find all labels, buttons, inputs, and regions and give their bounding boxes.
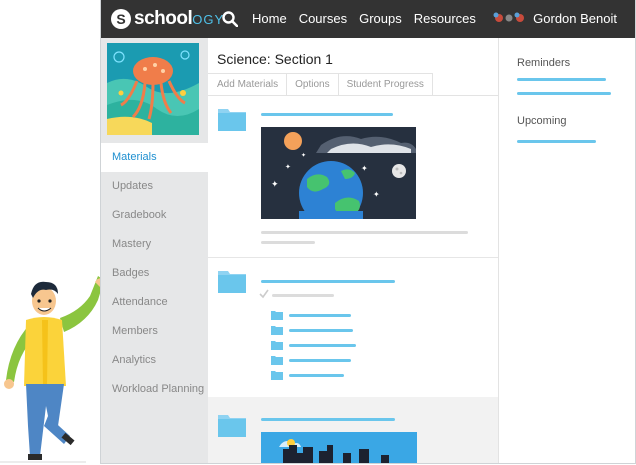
check-icon (259, 289, 269, 299)
search-icon[interactable] (222, 11, 238, 27)
sidebar-item-gradebook[interactable]: Gradebook (101, 201, 208, 230)
sidebar-item-materials[interactable]: Materials (101, 143, 208, 172)
logo-text-accent: OGY (192, 12, 225, 27)
page-title: Science: Section 1 (217, 51, 333, 67)
sidebar-item-attendance[interactable]: Attendance (101, 288, 208, 317)
material-item[interactable]: ✦ ✦ ✦ ✦ ✦ (208, 95, 498, 258)
folder-icon (271, 341, 283, 350)
folder-icon (271, 311, 283, 320)
subfolder-placeholder (289, 329, 353, 332)
logo-badge: S (111, 9, 131, 29)
notification-icons[interactable] (493, 10, 527, 26)
item-title-placeholder (261, 280, 395, 283)
user-name[interactable]: Gordon Benoit (533, 11, 617, 26)
item-meta-placeholder (272, 294, 334, 297)
main-nav: Home Courses Groups Resources (252, 11, 488, 26)
sidebar-item-workload-planning[interactable]: Workload Planning (101, 375, 208, 404)
folder-icon (271, 356, 283, 365)
nav-courses[interactable]: Courses (299, 11, 347, 26)
reminders-heading: Reminders (517, 57, 571, 69)
sidebar-item-updates[interactable]: Updates (101, 172, 208, 201)
materials-panel: Science: Section 1 Add Materials Options… (208, 38, 498, 463)
mascot-illustration (0, 276, 100, 463)
schoology-logo[interactable]: S schoolOGY (111, 8, 224, 30)
logo-text-main: school (134, 8, 193, 29)
subfolder-placeholder (289, 374, 344, 377)
sidebar-item-badges[interactable]: Badges (101, 259, 208, 288)
subfolder-placeholder (289, 314, 351, 317)
course-image (107, 43, 199, 135)
sidebar-item-analytics[interactable]: Analytics (101, 346, 208, 375)
sidebar-item-members[interactable]: Members (101, 317, 208, 346)
course-tabs: Add Materials Options Student Progress (208, 73, 498, 96)
folder-icon (218, 415, 246, 437)
reminder-placeholder (517, 78, 606, 81)
subfolder-placeholder (289, 359, 351, 362)
item-title-placeholder (261, 418, 395, 421)
user-menu[interactable]: Gordon Benoit (493, 10, 617, 26)
item-description-placeholder (261, 241, 315, 244)
upcoming-placeholder (517, 140, 596, 143)
svg-text:✦: ✦ (285, 163, 291, 171)
tab-options[interactable]: Options (287, 73, 339, 95)
svg-text:✦: ✦ (271, 180, 279, 190)
folder-icon (271, 371, 283, 380)
sidebar-item-mastery[interactable]: Mastery (101, 230, 208, 259)
upcoming-heading: Upcoming (517, 115, 567, 127)
subfolder-placeholder (289, 344, 356, 347)
item-title-placeholder (261, 113, 393, 116)
tab-student-progress[interactable]: Student Progress (338, 73, 433, 95)
folder-icon (218, 271, 246, 293)
logo-text: schoolOGY (134, 8, 224, 30)
right-sidebar: Reminders Upcoming (498, 38, 635, 463)
folder-icon (218, 109, 246, 131)
reminder-placeholder (517, 92, 611, 95)
sidebar-menu: Materials Updates Gradebook Mastery Badg… (101, 143, 208, 404)
svg-text:✦: ✦ (361, 164, 368, 173)
space-illustration: ✦ ✦ ✦ ✦ ✦ (261, 127, 416, 219)
material-item[interactable] (208, 257, 498, 398)
folder-icon (271, 326, 283, 335)
nav-resources[interactable]: Resources (414, 11, 476, 26)
item-description-placeholder (261, 231, 468, 234)
svg-text:✦: ✦ (301, 152, 306, 159)
city-illustration (261, 432, 417, 463)
material-item[interactable] (208, 397, 498, 463)
tab-add-materials[interactable]: Add Materials (208, 73, 288, 95)
nav-home[interactable]: Home (252, 11, 287, 26)
top-navigation-bar: S schoolOGY Home Courses Groups Resource… (101, 0, 635, 38)
course-sidebar: Materials Updates Gradebook Mastery Badg… (101, 38, 208, 463)
app-window: S schoolOGY Home Courses Groups Resource… (100, 0, 636, 464)
nav-groups[interactable]: Groups (359, 11, 402, 26)
svg-text:✦: ✦ (373, 190, 380, 199)
